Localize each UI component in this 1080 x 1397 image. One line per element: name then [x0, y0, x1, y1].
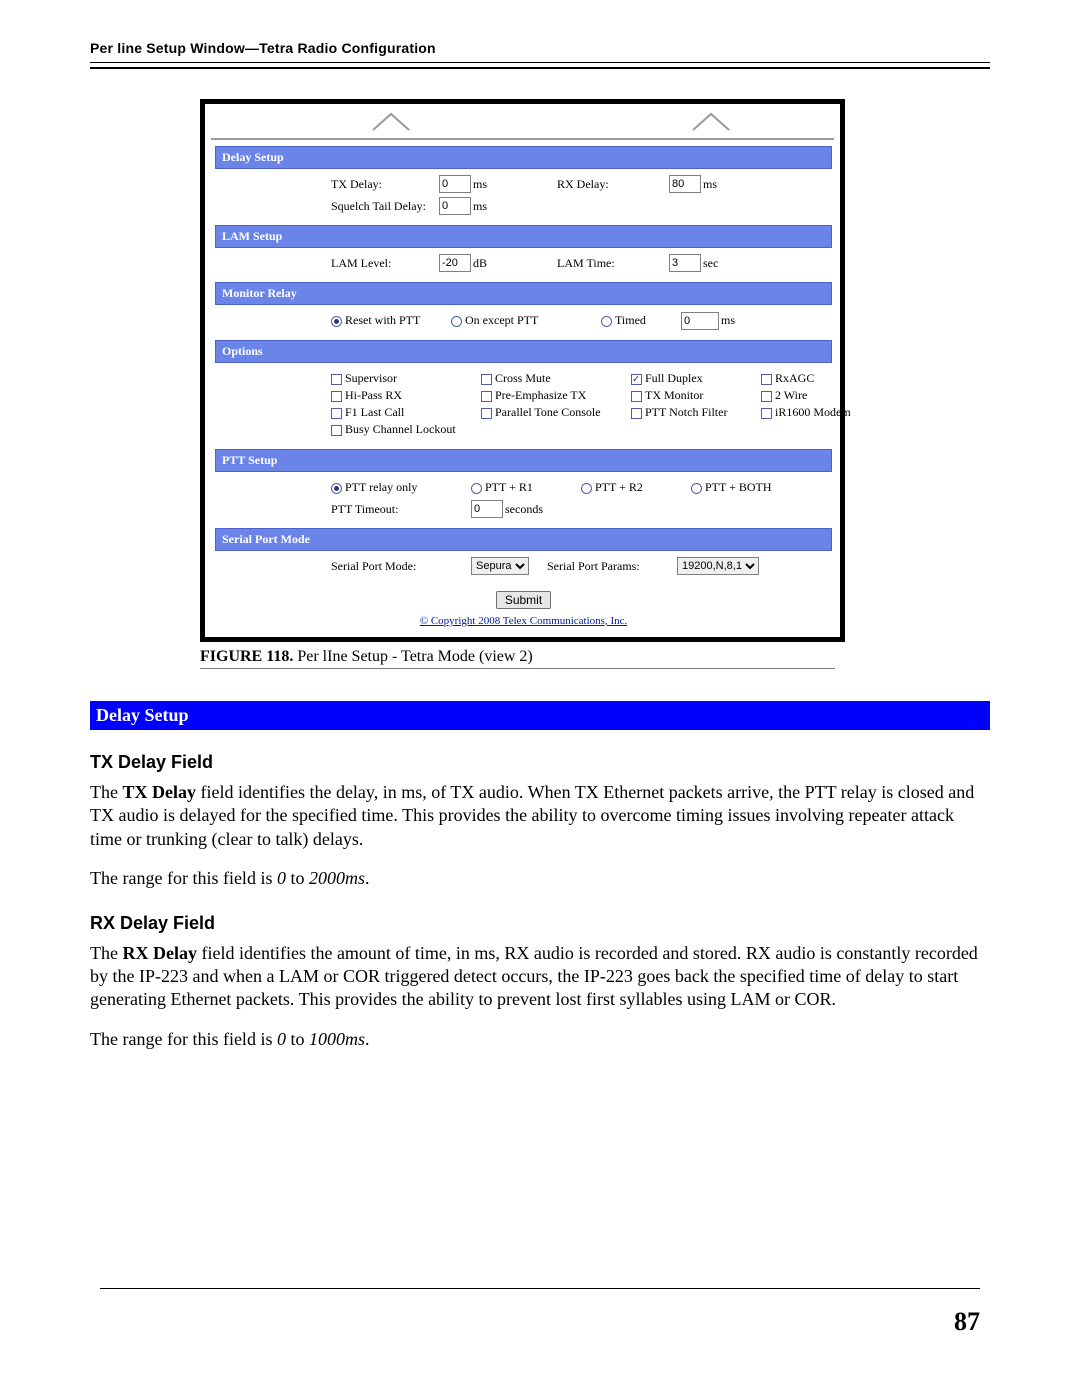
lam-time-input[interactable]	[669, 254, 701, 272]
section-options: Options	[215, 340, 832, 363]
section-lam-setup: LAM Setup	[215, 225, 832, 248]
chk-rxagc[interactable]: RxAGC	[761, 371, 871, 386]
tx-delay-input[interactable]	[439, 175, 471, 193]
lam-level-label: LAM Level:	[331, 256, 439, 271]
chk-hipass-rx[interactable]: Hi-Pass RX	[331, 388, 481, 403]
lam-level-unit: dB	[473, 256, 487, 271]
serial-params-select[interactable]: 19200,N,8,1	[677, 557, 759, 575]
serial-mode-select[interactable]: Sepura	[471, 557, 529, 575]
copyright-link[interactable]: © Copyright 2008 Telex Communications, I…	[215, 611, 832, 633]
chk-2-wire[interactable]: 2 Wire	[761, 388, 871, 403]
serial-params-label: Serial Port Params:	[547, 559, 677, 574]
rx-delay-label: RX Delay:	[557, 177, 669, 192]
ptt-timeout-label: PTT Timeout:	[331, 502, 471, 517]
rx-delay-input[interactable]	[669, 175, 701, 193]
screenshot-figure: Delay Setup TX Delay: ms RX Delay: ms	[200, 99, 845, 642]
rx-delay-unit: ms	[703, 177, 717, 192]
footer-rule	[100, 1288, 980, 1289]
para-tx-delay-1: The TX Delay field identifies the delay,…	[90, 781, 990, 851]
section-monitor-relay: Monitor Relay	[215, 282, 832, 305]
chk-busy-channel-lockout[interactable]: Busy Channel Lockout	[331, 422, 481, 437]
chk-pre-emphasize-tx[interactable]: Pre-Emphasize TX	[481, 388, 631, 403]
chk-parallel-tone-console[interactable]: Parallel Tone Console	[481, 405, 631, 420]
chk-full-duplex[interactable]: Full Duplex	[631, 371, 761, 386]
squelch-input[interactable]	[439, 197, 471, 215]
running-header: Per line Setup Window—Tetra Radio Config…	[90, 40, 990, 56]
lam-time-label: LAM Time:	[557, 256, 669, 271]
lam-time-unit: sec	[703, 256, 718, 271]
ptt-timeout-unit: seconds	[505, 502, 543, 517]
chk-ptt-notch-filter[interactable]: PTT Notch Filter	[631, 405, 761, 420]
page-number: 87	[954, 1307, 980, 1337]
tx-delay-unit: ms	[473, 177, 487, 192]
heading-tx-delay: TX Delay Field	[90, 752, 990, 773]
section-delay-setup: Delay Setup	[215, 146, 832, 169]
section-ptt-setup: PTT Setup	[215, 449, 832, 472]
chk-ir1600-modem[interactable]: iR1600 Modem	[761, 405, 871, 420]
chk-tx-monitor[interactable]: TX Monitor	[631, 388, 761, 403]
heading-rx-delay: RX Delay Field	[90, 913, 990, 934]
radio-timed[interactable]: Timed	[601, 313, 681, 328]
header-rule-thin	[90, 62, 990, 63]
radio-on-except-ptt[interactable]: On except PTT	[451, 313, 601, 328]
radio-ptt-both[interactable]: PTT + BOTH	[691, 480, 772, 495]
figure-caption: FIGURE 118. Per lIne Setup - Tetra Mode …	[200, 648, 990, 666]
squelch-unit: ms	[473, 199, 487, 214]
ptt-timeout-input[interactable]	[471, 500, 503, 518]
radio-ptt-relay-only[interactable]: PTT relay only	[331, 480, 471, 495]
chk-f1-last-call[interactable]: F1 Last Call	[331, 405, 481, 420]
timed-input[interactable]	[681, 312, 719, 330]
section-serial-port-mode: Serial Port Mode	[215, 528, 832, 551]
header-rule-med	[90, 67, 990, 69]
lam-level-input[interactable]	[439, 254, 471, 272]
squelch-label: Squelch Tail Delay:	[331, 199, 439, 214]
radio-ptt-r2[interactable]: PTT + R2	[581, 480, 691, 495]
para-rx-delay-1: The RX Delay field identifies the amount…	[90, 942, 990, 1012]
tx-delay-label: TX Delay:	[331, 177, 439, 192]
chk-cross-mute[interactable]: Cross Mute	[481, 371, 631, 386]
tab-bar	[211, 104, 834, 140]
chk-supervisor[interactable]: Supervisor	[331, 371, 481, 386]
radio-reset-with-ptt[interactable]: Reset with PTT	[331, 313, 451, 328]
timed-unit: ms	[721, 313, 735, 328]
radio-ptt-r1[interactable]: PTT + R1	[471, 480, 581, 495]
para-rx-delay-2: The range for this field is 0 to 1000ms.	[90, 1028, 990, 1051]
caption-rule	[200, 668, 835, 669]
serial-mode-label: Serial Port Mode:	[331, 559, 471, 574]
section-bar-delay-setup: Delay Setup	[90, 701, 990, 730]
para-tx-delay-2: The range for this field is 0 to 2000ms.	[90, 867, 990, 890]
submit-button[interactable]: Submit	[496, 591, 551, 609]
